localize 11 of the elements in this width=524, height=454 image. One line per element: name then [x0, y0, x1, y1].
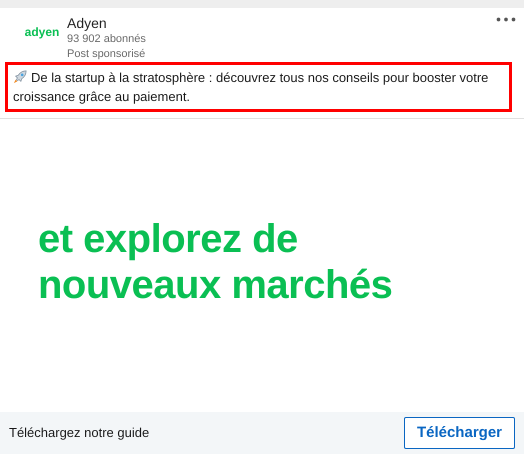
follower-count: 93 902 abonnés [67, 32, 147, 47]
headline-line: et explorez de [38, 216, 299, 262]
rocket-icon [13, 70, 27, 84]
post-text: De la startup à la stratosphère : découvrez tous nos conseils pour booster votre croissance grâce au paiement. [5, 62, 512, 112]
author-name[interactable]: Adyen [67, 14, 496, 32]
guide-caption: Téléchargez notre guide [9, 424, 150, 442]
headline-line: nouveaux marchés [38, 262, 394, 308]
sponsored-label: Post sponsorisé [67, 47, 146, 62]
company-logo: adyen [24, 26, 60, 38]
more-icon [496, 17, 516, 22]
download-button[interactable]: Télécharger [404, 417, 515, 449]
